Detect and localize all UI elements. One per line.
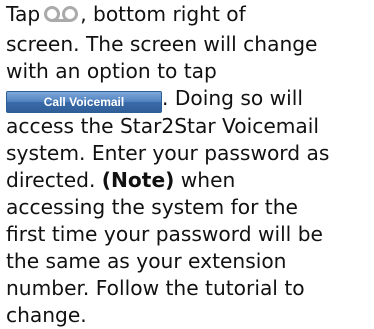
text-line: screen. The screen will change — [6, 32, 318, 56]
text-line: with an option to tap — [6, 59, 217, 83]
text-line: directed. (Note) when — [6, 167, 368, 194]
text-segment: when — [180, 168, 236, 192]
note-label: (Note) — [101, 168, 175, 192]
call-voicemail-button[interactable]: Call Voicemail — [6, 91, 162, 113]
text-line: Call Voicemail. Doing so will — [6, 85, 368, 113]
text-line: system. Enter your password as — [6, 141, 330, 165]
instruction-text: Tap , bottom right of screen. The screen … — [6, 1, 368, 329]
text-line: accessing the system for the — [6, 195, 298, 219]
voicemail-icon — [44, 4, 79, 31]
text-line: Tap , bottom right of — [6, 1, 368, 31]
text-line: number. Follow the tutorial to — [6, 276, 305, 300]
text-line: first time your password will be — [6, 222, 323, 246]
text-segment: , bottom right of — [80, 2, 246, 26]
text-segment: . Doing so will — [162, 86, 303, 110]
text-line: access the Star2Star Voicemail — [6, 114, 320, 138]
text-segment: Tap — [6, 2, 41, 26]
text-line: the same as your extension — [6, 249, 287, 273]
text-segment: directed. — [6, 168, 96, 192]
text-line: change. — [6, 303, 87, 327]
